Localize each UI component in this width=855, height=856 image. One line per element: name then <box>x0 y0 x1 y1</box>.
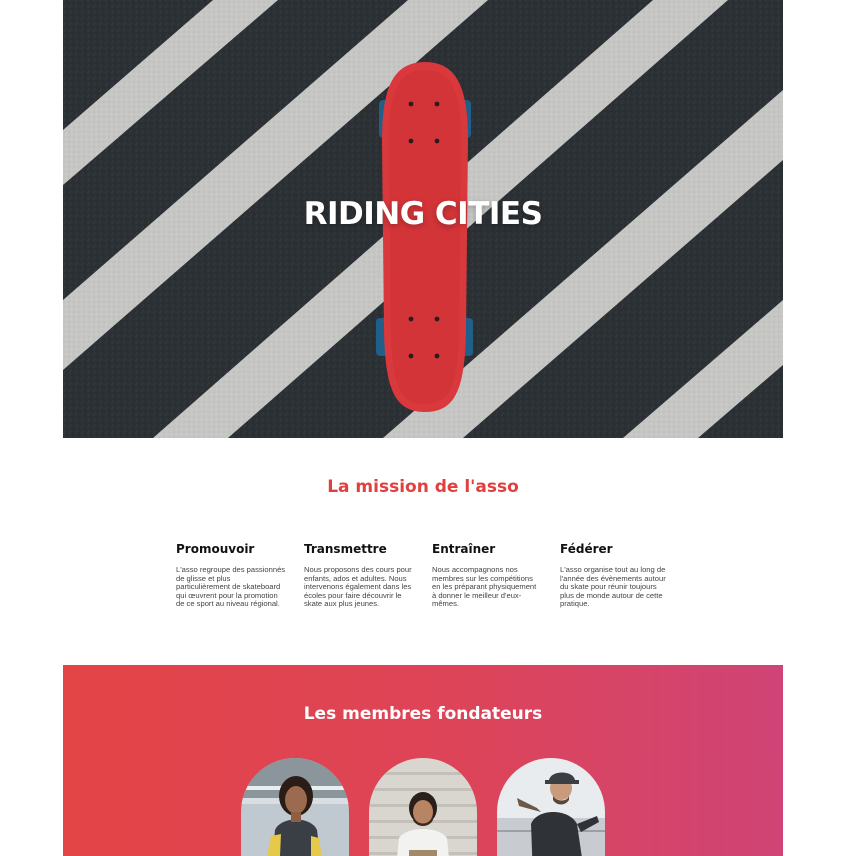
founder-photo-woman <box>241 758 349 856</box>
founder-photo-man-seated <box>369 758 477 856</box>
mission-item-heading: Promouvoir <box>176 542 255 556</box>
mission-columns: Promouvoir L'asso regroupe des passionné… <box>176 542 688 632</box>
mission-item-text: Nous accompagnons nos membres sur les co… <box>432 565 537 609</box>
mission-title: La mission de l'asso <box>327 477 519 497</box>
mission-item-text: Nous proposons des cours pour enfants, a… <box>304 565 412 609</box>
mission-item-federer: Fédérer L'asso organise tout au long de … <box>560 542 670 609</box>
founders-section: Les membres fondateurs <box>63 665 783 856</box>
mission-item-text: L'asso regroupe des passionnés de glisse… <box>176 565 286 609</box>
skateboard <box>376 62 473 412</box>
mission-item-entrainer: Entraîner Nous accompagnons nos membres … <box>432 542 542 609</box>
founders-title: Les membres fondateurs <box>303 704 543 724</box>
mission-item-heading: Entraîner <box>432 542 496 556</box>
mission-item-heading: Fédérer <box>560 542 613 556</box>
mission-item-transmettre: Transmettre Nous proposons des cours pou… <box>304 542 414 609</box>
mission-item-text: L'asso organise tout au long de l'année … <box>560 565 666 609</box>
mission-item-promouvoir: Promouvoir L'asso regroupe des passionné… <box>176 542 286 609</box>
founder-photo-man-skating <box>497 758 605 856</box>
hero-banner: RIDING CITIES <box>63 0 783 438</box>
mission-item-heading: Transmettre <box>304 542 387 556</box>
hero-title: RIDING CITIES <box>303 196 543 232</box>
